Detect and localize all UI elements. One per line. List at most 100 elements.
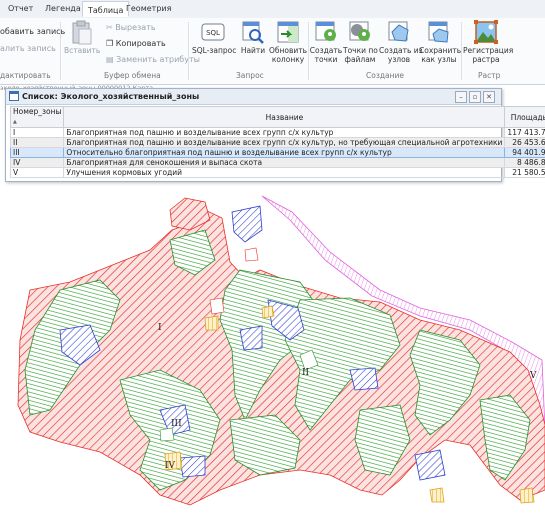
raster-icon xyxy=(474,20,498,44)
tab-report[interactable]: Отчет xyxy=(8,4,33,13)
tab-table[interactable]: Таблица xyxy=(82,1,129,17)
list-window-title: Список: Эколого_хозяйственный_зоны xyxy=(22,92,199,101)
sql-query-label: SQL-запрос xyxy=(192,46,234,55)
zone-number-cell: III xyxy=(11,148,64,158)
zone-name-cell: Благоприятная под пашню и возделывание в… xyxy=(64,128,505,138)
svg-text:SQL: SQL xyxy=(206,29,220,37)
magnifier-icon xyxy=(241,20,265,44)
copy-label: Копировать xyxy=(116,39,166,48)
save-nodes-icon xyxy=(427,20,451,44)
close-button[interactable]: ✕ xyxy=(483,91,495,103)
zone-name-cell: Относительно благоприятная под пашню и в… xyxy=(64,148,505,158)
refresh-column-label-2: колонку xyxy=(268,55,308,64)
separator xyxy=(188,22,189,80)
cut-label: Вырезать xyxy=(115,23,155,32)
points-from-files-label-1: Точки по xyxy=(343,46,377,55)
sql-icon: SQL xyxy=(201,20,225,44)
raster-registration-button[interactable]: Регистрация растра xyxy=(463,20,509,64)
copy-button[interactable]: ❐ Копировать xyxy=(106,38,166,49)
tab-geometry[interactable]: Геометрия xyxy=(126,4,171,13)
create-points-button[interactable]: Создать точки xyxy=(309,20,343,64)
refresh-column-button[interactable]: Обновить колонку xyxy=(268,20,308,64)
save-as-nodes-button[interactable]: Сохранить как узлы xyxy=(419,20,459,64)
tab-legend[interactable]: Легенда xyxy=(45,4,81,13)
zone-iii-polygon[interactable] xyxy=(232,206,262,242)
refresh-column-icon xyxy=(276,20,300,44)
raster-group-label: Растр xyxy=(478,71,500,80)
find-button[interactable]: Найти xyxy=(238,20,268,55)
separator xyxy=(461,22,462,80)
zone-iii-polygon[interactable] xyxy=(180,456,205,477)
zone-iv-polygon[interactable] xyxy=(262,306,274,318)
ribbon-panel: обавить запись алить запись дактировать … xyxy=(0,18,545,85)
sql-query-button[interactable]: SQL SQL-запрос xyxy=(192,20,234,55)
map-canvas[interactable]: I II III IV V xyxy=(0,190,545,519)
scissors-icon: ✂ xyxy=(106,23,113,32)
zone-map[interactable]: I II III IV V xyxy=(0,190,545,519)
zone-iii-polygon[interactable] xyxy=(415,450,445,480)
list-window-titlebar[interactable]: Список: Эколого_хозяйственный_зоны – ▫ ✕ xyxy=(6,89,501,105)
unzoned-area xyxy=(245,248,258,261)
zone-number-cell: II xyxy=(11,138,64,148)
zone-area-cell: 117 413.72 xyxy=(505,128,545,138)
zone-iv-polygon[interactable] xyxy=(430,488,444,502)
points-icon xyxy=(314,20,338,44)
table-header-row: Номер_зоны ▲ Название Площадь xyxy=(11,107,545,128)
add-record-button[interactable]: обавить запись xyxy=(0,26,65,37)
table-row[interactable]: V Улучшения кормовых угодий 21 580.52 xyxy=(11,168,545,178)
points-from-files-label-2: файлам xyxy=(343,55,377,64)
paste-button[interactable]: Вставить xyxy=(64,20,100,55)
cut-button[interactable]: ✂ Вырезать xyxy=(106,22,156,33)
table-row[interactable]: I Благоприятная под пашню и возделывание… xyxy=(11,128,545,138)
zone-iv-polygon[interactable] xyxy=(520,488,534,503)
points-from-files-button[interactable]: Точки по файлам xyxy=(343,20,377,64)
create-points-label-2: точки xyxy=(309,55,343,64)
paste-label: Вставить xyxy=(64,46,100,55)
zone-area-cell: 8 486.88 xyxy=(505,158,545,168)
table-row[interactable]: IV Благоприятная для сенокошения и выпас… xyxy=(11,158,545,168)
table-row-selected[interactable]: III Относительно благоприятная под пашню… xyxy=(11,148,545,158)
unzoned-area xyxy=(160,428,174,441)
zone-iv-polygon[interactable] xyxy=(205,316,218,330)
attribute-list-window[interactable]: Список: Эколого_хозяйственный_зоны – ▫ ✕… xyxy=(5,88,502,182)
zone-iii-polygon[interactable] xyxy=(350,368,378,390)
refresh-column-label-1: Обновить xyxy=(268,46,308,55)
zone-name-cell: Улучшения кормовых угодий xyxy=(64,168,505,178)
replace-attributes-button[interactable]: ▤ Заменить атрибуты xyxy=(106,54,200,65)
column-header-area[interactable]: Площадь xyxy=(505,107,545,128)
copy-icon: ❐ xyxy=(106,39,113,48)
zone-number-cell: IV xyxy=(11,158,64,168)
file-points-icon xyxy=(348,20,372,44)
zone-label-ii: II xyxy=(302,368,310,378)
zone-label-v: V xyxy=(529,371,537,381)
column-header-zone-number[interactable]: Номер_зоны ▲ xyxy=(11,107,64,128)
column-header-label: Номер_зоны xyxy=(13,107,61,116)
zone-area-cell: 94 401.91 xyxy=(505,148,545,158)
query-group-label: Запрос xyxy=(236,71,264,80)
create-group-label: Создание xyxy=(366,71,404,80)
zone-area-cell: 21 580.52 xyxy=(505,168,545,178)
polygon-nodes-icon xyxy=(387,20,411,44)
zone-iii-polygon[interactable] xyxy=(240,326,262,350)
create-from-nodes-button[interactable]: Создать из узлов xyxy=(379,20,419,64)
create-points-label-1: Создать xyxy=(309,46,343,55)
ribbon-tabbar: Отчет Легенда Таблица Геометрия xyxy=(0,0,545,19)
zone-number-cell: V xyxy=(11,168,64,178)
zone-name-cell: Благоприятная под пашню и возделывание в… xyxy=(64,138,505,148)
separator xyxy=(60,22,61,80)
maximize-button[interactable]: ▫ xyxy=(469,91,481,103)
save-as-nodes-label-1: Сохранить xyxy=(419,46,459,55)
unzoned-area xyxy=(210,298,224,314)
delete-record-button[interactable]: алить запись xyxy=(0,43,56,54)
clipboard-group-label: Буфер обмена xyxy=(104,71,161,80)
sort-ascending-icon: ▲ xyxy=(13,119,17,125)
create-from-nodes-label-1: Создать из xyxy=(379,46,419,55)
zone-number-cell: I xyxy=(11,128,64,138)
edit-group-label: дактировать xyxy=(0,71,51,80)
find-label: Найти xyxy=(238,46,268,55)
save-as-nodes-label-2: как узлы xyxy=(419,55,459,64)
table-row[interactable]: II Благоприятная под пашню и возделывани… xyxy=(11,138,545,148)
minimize-button[interactable]: – xyxy=(455,91,467,103)
column-header-name[interactable]: Название xyxy=(64,107,505,128)
zone-label-i: I xyxy=(158,323,162,333)
